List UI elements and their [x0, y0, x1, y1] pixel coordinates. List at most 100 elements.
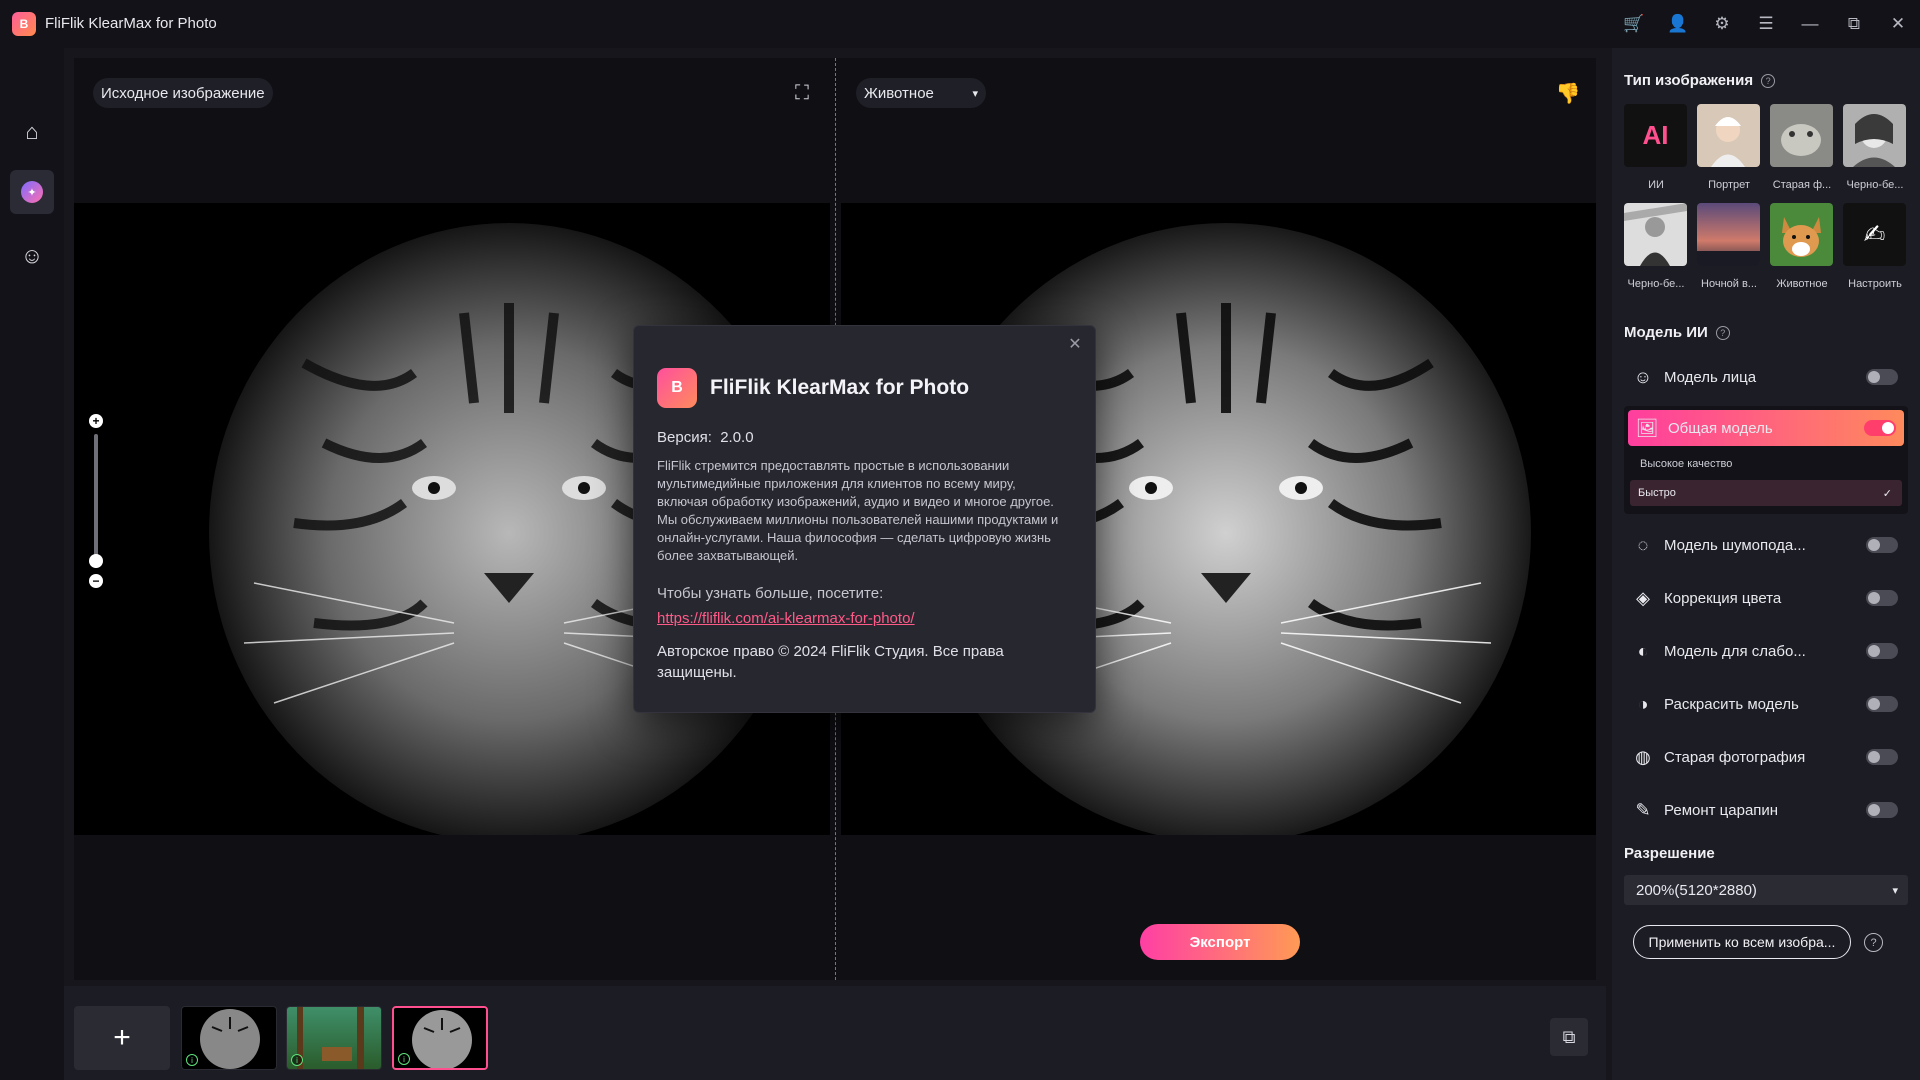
- status-badge: i: [291, 1054, 303, 1066]
- face-smile-icon: ☺: [1633, 366, 1653, 387]
- type-tile-night[interactable]: [1697, 203, 1760, 266]
- resolution-dropdown[interactable]: 200%(5120*2880) ▾: [1624, 875, 1908, 905]
- thumbnail-tiger-1[interactable]: i: [181, 1006, 277, 1070]
- type-tile-bw-2[interactable]: [1624, 203, 1687, 266]
- image-icon: 🖼: [1635, 417, 1659, 438]
- type-label: Старая ф...: [1772, 179, 1832, 191]
- close-icon[interactable]: ✕: [1065, 334, 1085, 354]
- type-tile-portrait[interactable]: [1697, 104, 1760, 167]
- type-tile-animal[interactable]: [1770, 203, 1833, 266]
- zoom-slider[interactable]: + −: [89, 414, 103, 590]
- quality-option-high[interactable]: Высокое качество: [1640, 458, 1732, 470]
- gear-icon[interactable]: ⚙: [1700, 0, 1744, 48]
- home-icon[interactable]: ⌂: [10, 110, 54, 154]
- type-tile-ai[interactable]: AI: [1624, 104, 1687, 167]
- status-badge: i: [186, 1054, 198, 1066]
- low-light-model-toggle[interactable]: [1866, 643, 1898, 659]
- chevron-down-icon: ▾: [972, 87, 978, 100]
- general-model-toggle[interactable]: [1864, 420, 1896, 436]
- face-model-toggle[interactable]: [1866, 369, 1898, 385]
- learn-more-text: Чтобы узнать больше, посетите:: [657, 585, 884, 602]
- website-link[interactable]: https://fliflik.com/ai-klearmax-for-phot…: [657, 610, 915, 627]
- denoise-model-toggle[interactable]: [1866, 537, 1898, 553]
- zoom-out-icon[interactable]: −: [89, 574, 103, 588]
- quality-option-fast[interactable]: Быстро ✓: [1630, 480, 1902, 506]
- thumbs-down-icon[interactable]: 👎: [1556, 81, 1581, 105]
- scratch-repair-toggle[interactable]: [1866, 802, 1898, 818]
- model-label: Общая модель: [1668, 419, 1773, 437]
- image-type-value: Животное: [864, 84, 934, 102]
- help-icon[interactable]: ?: [1864, 933, 1883, 952]
- type-label: Черно-бе...: [1846, 179, 1904, 191]
- left-rail: ⌂ ✦ ☺: [0, 48, 64, 1080]
- help-icon[interactable]: ?: [1715, 325, 1730, 340]
- type-label: Черно-бе...: [1627, 278, 1685, 290]
- general-model-box: 🖼 Общая модель Высокое качество Быстро ✓: [1624, 406, 1908, 514]
- version-value: 2.0.0: [720, 429, 754, 446]
- crop-icon[interactable]: ⛶: [790, 81, 814, 105]
- face-icon[interactable]: ☺: [10, 234, 54, 278]
- zoom-in-icon[interactable]: +: [89, 414, 103, 428]
- brush-icon: ✎: [1635, 799, 1651, 820]
- app-logo: B: [12, 12, 36, 36]
- ai-model-section: Модель ИИ ?: [1624, 324, 1730, 341]
- app-logo: B: [657, 368, 697, 408]
- settings-panel: Тип изображения ? AI ИИ Портрет Старая ф…: [1612, 48, 1920, 1080]
- menu-icon[interactable]: ☰: [1744, 0, 1788, 48]
- about-dialog: ✕ B FliFlik KlearMax for Photo Версия: 2…: [633, 325, 1096, 713]
- add-image-button[interactable]: +: [74, 1006, 170, 1070]
- type-label: Ночной в...: [1701, 278, 1757, 290]
- model-row-denoise[interactable]: ◌ Модель шумопода...: [1624, 525, 1906, 565]
- denoise-icon: ◌: [1637, 534, 1649, 555]
- type-label: Настроить: [1848, 278, 1902, 290]
- quality-option-label: Быстро: [1638, 487, 1676, 499]
- model-row-old-photo[interactable]: ◍ Старая фотография: [1624, 737, 1906, 777]
- model-label: Старая фотография: [1664, 748, 1806, 766]
- chevron-down-icon: ▾: [1892, 884, 1898, 897]
- minimize-icon[interactable]: —: [1788, 0, 1832, 48]
- close-icon[interactable]: ✕: [1876, 0, 1920, 48]
- old-photo-icon: ◍: [1635, 746, 1651, 767]
- image-type-dropdown[interactable]: Животное ▾: [856, 78, 986, 108]
- apply-to-all-button[interactable]: Применить ко всем изобра...: [1633, 925, 1851, 959]
- export-button[interactable]: Экспорт: [1140, 924, 1300, 960]
- zoom-handle[interactable]: [89, 554, 103, 568]
- color-correction-toggle[interactable]: [1866, 590, 1898, 606]
- model-label: Модель лица: [1664, 368, 1757, 386]
- type-tile-custom[interactable]: ✍: [1843, 203, 1906, 266]
- maximize-icon[interactable]: ⧉: [1832, 0, 1876, 48]
- model-label: Раскрасить модель: [1664, 695, 1799, 713]
- model-row-low-light[interactable]: ◐ Модель для слабо...: [1624, 631, 1906, 671]
- type-label: Животное: [1776, 278, 1828, 290]
- compare-icon[interactable]: ⧉: [1550, 1018, 1588, 1056]
- user-icon[interactable]: 👤: [1656, 0, 1700, 48]
- help-icon[interactable]: ?: [1761, 73, 1776, 88]
- image-type-section: Тип изображения ?: [1624, 72, 1776, 89]
- image-tray: + i i i ⧉: [64, 986, 1606, 1080]
- model-label: Модель для слабо...: [1664, 642, 1806, 660]
- description: FliFlik стремится предоставлять простые …: [657, 458, 1059, 563]
- model-row-face[interactable]: ☺ Модель лица: [1624, 357, 1906, 397]
- model-row-colorize[interactable]: ◑ Раскрасить модель: [1624, 684, 1906, 724]
- model-label: Модель шумопода...: [1664, 536, 1806, 554]
- resolution-section: Разрешение: [1624, 845, 1715, 862]
- status-badge: i: [398, 1053, 410, 1065]
- model-row-general[interactable]: 🖼 Общая модель: [1628, 410, 1904, 446]
- zoom-track[interactable]: [89, 434, 103, 568]
- type-tile-old-photo[interactable]: [1770, 104, 1833, 167]
- model-row-color-correction[interactable]: ◈ Коррекция цвета: [1624, 578, 1906, 618]
- title-bar: B FliFlik KlearMax for Photo 🛒 👤 ⚙ ☰ — ⧉…: [0, 0, 1920, 48]
- app-title: FliFlik KlearMax for Photo: [45, 15, 217, 32]
- section-title: Тип изображения: [1624, 72, 1754, 89]
- colorize-model-toggle[interactable]: [1866, 696, 1898, 712]
- type-tile-bw[interactable]: [1843, 104, 1906, 167]
- old-photo-toggle[interactable]: [1866, 749, 1898, 765]
- type-label: Портрет: [1708, 179, 1750, 191]
- model-row-scratch-repair[interactable]: ✎ Ремонт царапин: [1624, 790, 1906, 830]
- thumbnail-tiger-2[interactable]: i: [392, 1006, 488, 1070]
- enhance-icon[interactable]: ✦: [10, 170, 54, 214]
- thumbnail-forest[interactable]: i: [286, 1006, 382, 1070]
- window-controls: 🛒 👤 ⚙ ☰ — ⧉ ✕: [1612, 0, 1920, 48]
- type-label: ИИ: [1648, 179, 1664, 191]
- cart-icon[interactable]: 🛒: [1612, 0, 1656, 48]
